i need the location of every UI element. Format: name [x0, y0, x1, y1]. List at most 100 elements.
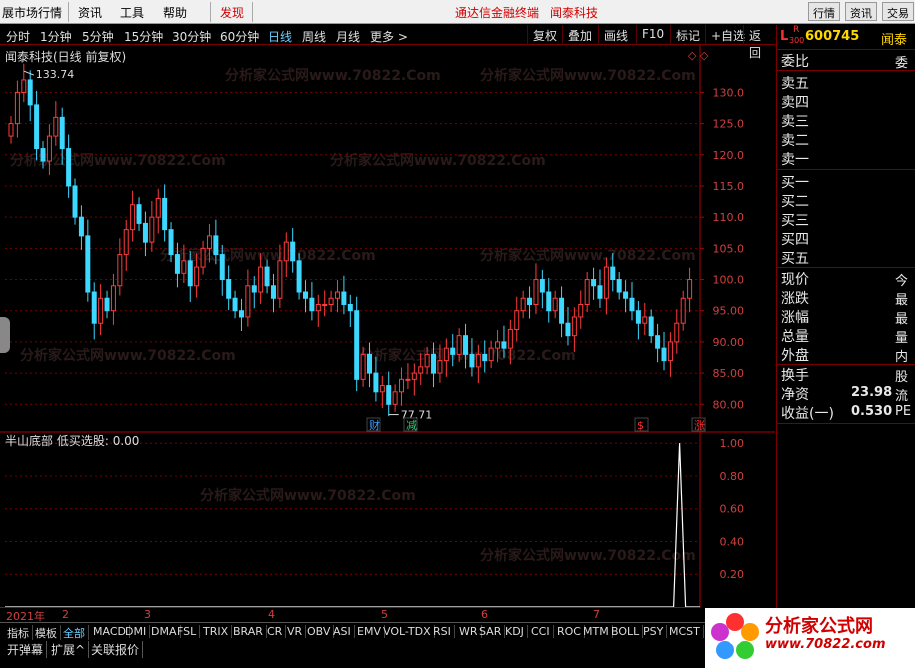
period-30min[interactable]: 30分钟 [172, 28, 211, 45]
indicator-tab[interactable]: TRIX [200, 625, 233, 638]
candle-body [642, 316, 648, 324]
sell4-label: 卖四 [781, 95, 809, 111]
candle-body [296, 260, 302, 293]
indicator-tab[interactable]: 全部 [60, 625, 89, 641]
stat-eps-right: PE [895, 404, 912, 419]
indicator-tab[interactable]: BOLL [608, 625, 644, 638]
candle-body [661, 347, 667, 362]
price-tick-label: 90.00 [713, 336, 745, 349]
stat-price-label: 现价 [781, 272, 809, 288]
period-weekly[interactable]: 周线 [302, 28, 326, 45]
f10-button[interactable]: F10 [636, 25, 669, 45]
period-more[interactable]: 更多 > [370, 28, 408, 45]
quote-button[interactable]: 行情 [808, 2, 840, 21]
candle-body [341, 291, 347, 305]
indicator-tab[interactable]: 指标 [4, 625, 33, 641]
menu-discover[interactable]: 发现 [220, 4, 244, 21]
bottom-tab[interactable]: 关联报价 [88, 641, 144, 658]
period-60min[interactable]: 60分钟 [220, 28, 259, 45]
indicator-tab[interactable]: FSL [174, 625, 201, 638]
candle-body [411, 372, 417, 380]
candle-body [527, 297, 533, 305]
menu-market[interactable]: 展市场行情 [2, 4, 62, 21]
candle-body [501, 341, 507, 349]
indicator-title: 半山底部 低买选股: 0.00 [5, 432, 139, 449]
candle-body [27, 79, 33, 106]
candle-body [206, 235, 212, 249]
chart-canvas[interactable]: 130.0 125.0 120.0 115.0 110.0 105.0 100.0 95.00… [0, 45, 775, 608]
draw-button[interactable]: 画线 [598, 25, 633, 45]
candle-body [117, 254, 123, 287]
chart-corner-icon: ◇ [700, 49, 709, 62]
menu-separator [252, 2, 253, 22]
x-label-jun: 6 [481, 608, 488, 621]
candle-body [405, 378, 411, 381]
indicator-tab[interactable]: PSY [640, 625, 668, 638]
indicator-tab[interactable]: SAR [476, 625, 506, 638]
menu-separator [210, 2, 211, 22]
bottom-tab[interactable]: 扩展^ [48, 641, 90, 658]
candle-body [469, 353, 475, 368]
period-5min[interactable]: 5分钟 [82, 28, 114, 45]
quote-header: L R 300 600745 闻泰 [777, 25, 915, 50]
collapse-handle[interactable] [0, 317, 10, 353]
indicator-tabs: 指标 模板 全部 MACD DMI DMA FSL TRIX BRAR CR VR OBV ASI EMV… [0, 622, 705, 641]
candle-body [475, 353, 481, 368]
candle-body [334, 291, 340, 299]
candle-body [533, 279, 539, 305]
candle-body [347, 303, 353, 312]
indicator-tab[interactable]: DMI [122, 625, 151, 638]
period-15min[interactable]: 15分钟 [124, 28, 163, 45]
indicator-tab[interactable]: VR [284, 625, 307, 638]
period-intraday[interactable]: 分时 [6, 28, 30, 45]
adjust-button[interactable]: 复权 [527, 25, 562, 45]
candle-body [226, 279, 232, 299]
candle-body [379, 385, 385, 393]
menu-help[interactable]: 帮助 [163, 4, 187, 21]
candle-body [162, 197, 168, 231]
candle-body [431, 353, 437, 374]
candle-body [591, 279, 597, 287]
kline-chart[interactable]: 分析家公式网www.70822.Com 分析家公式网www.70822.Com … [0, 45, 775, 608]
period-daily[interactable]: 日线 [268, 28, 292, 45]
stat-pct-label: 涨幅 [781, 310, 809, 326]
candle-body [40, 148, 46, 162]
indicator-tab[interactable]: CR [264, 625, 287, 638]
stock-title: 闻泰科技 [550, 6, 599, 20]
candle-body [149, 216, 155, 243]
candle-body [507, 328, 513, 349]
back-button[interactable]: 返回 [743, 25, 775, 60]
price-tick-label: 105.0 [713, 242, 745, 255]
candle-body [571, 316, 577, 337]
candle-body [655, 335, 661, 349]
indicator-tab[interactable]: VOL-TDX [380, 625, 435, 638]
indicator-tab[interactable]: ASI [330, 625, 355, 638]
indicator-tab[interactable]: KDJ [502, 625, 528, 638]
news-button[interactable]: 资讯 [845, 2, 877, 21]
weibi-right: 委 [895, 56, 909, 71]
price-tick-label: 80.00 [713, 398, 745, 411]
indicator-tab[interactable]: CCI [528, 625, 554, 638]
period-1min[interactable]: 1分钟 [40, 28, 72, 45]
x-label-may: 5 [381, 608, 388, 621]
bottom-tab[interactable]: 开弹幕 [4, 641, 48, 658]
buy5-label: 买五 [781, 251, 809, 267]
menu-news[interactable]: 资讯 [78, 4, 102, 21]
indicator-tab[interactable]: BRAR [230, 625, 267, 638]
candle-body [98, 297, 104, 324]
candle-body [578, 303, 584, 318]
candle-body [443, 347, 449, 362]
buy3-label: 买三 [781, 213, 809, 229]
trade-button[interactable]: 交易 [882, 2, 914, 21]
candle-body [687, 279, 693, 299]
mark-button[interactable]: 标记 [670, 25, 705, 45]
indicator-tab[interactable]: RSI [430, 625, 455, 638]
indicator-tab[interactable]: MCST [666, 625, 704, 638]
menu-tools[interactable]: 工具 [120, 4, 144, 21]
candle-body [603, 266, 609, 299]
price-tick-label: 95.00 [713, 305, 745, 318]
indicator-tab[interactable]: 模板 [32, 625, 61, 641]
period-monthly[interactable]: 月线 [336, 28, 360, 45]
stat-price-right: 今 [895, 274, 909, 289]
overlay-button[interactable]: 叠加 [562, 25, 597, 45]
